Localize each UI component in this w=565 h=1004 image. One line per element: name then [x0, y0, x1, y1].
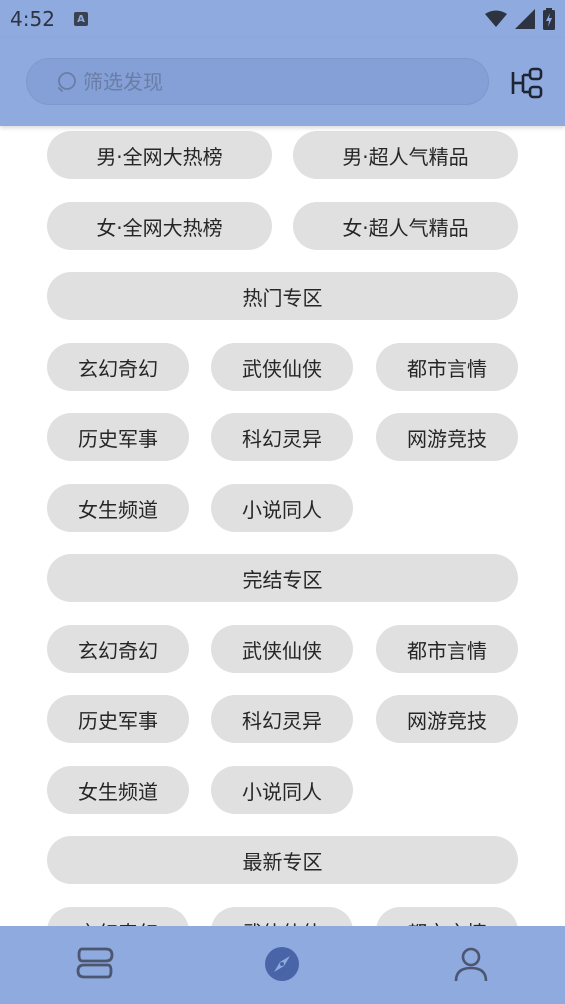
category-chip[interactable]: 女生频道: [47, 766, 189, 814]
category-chip[interactable]: 科幻灵异: [211, 695, 353, 743]
category-chip[interactable]: 历史军事: [47, 695, 189, 743]
category-chip[interactable]: 网游竞技: [376, 413, 518, 461]
wifi-icon: [485, 10, 507, 27]
signal-icon: [515, 9, 535, 29]
category-chip[interactable]: 武侠仙侠: [211, 625, 353, 673]
category-chip[interactable]: 武侠仙侠: [211, 343, 353, 391]
bottom-nav: [0, 926, 565, 1004]
notification-a-icon: A: [74, 12, 88, 26]
search-box[interactable]: [26, 58, 489, 105]
search-input[interactable]: [83, 59, 463, 104]
nav-profile[interactable]: [451, 944, 491, 984]
status-time: 4:52: [10, 7, 55, 31]
status-icons: [485, 8, 555, 30]
nav-explore[interactable]: [262, 944, 302, 984]
category-chip[interactable]: 女·全网大热榜: [47, 202, 272, 250]
explore-content[interactable]: 男·全网大热榜 男·超人气精品 女·全网大热榜 女·超人气精品 热门专区 玄幻奇幻 武侠仙侠…: [0, 126, 565, 926]
category-chip[interactable]: 小说同人: [211, 766, 353, 814]
category-chip[interactable]: 女生频道: [47, 484, 189, 532]
category-chip[interactable]: 历史军事: [47, 413, 189, 461]
toolbar: [0, 38, 565, 126]
battery-icon: [543, 8, 555, 30]
bookshelf-icon: [76, 947, 114, 979]
category-chip[interactable]: 女·超人气精品: [293, 202, 518, 250]
section-header[interactable]: 完结专区: [47, 554, 518, 602]
status-bar: 4:52 A: [0, 0, 565, 38]
category-chip[interactable]: 武侠仙侠: [211, 907, 353, 926]
section-header[interactable]: 热门专区: [47, 272, 518, 320]
nav-bookshelf[interactable]: [75, 944, 115, 984]
profile-icon: [454, 947, 488, 982]
category-chip[interactable]: 都市言情: [376, 625, 518, 673]
category-chip[interactable]: 网游竞技: [376, 695, 518, 743]
section-header[interactable]: 最新专区: [47, 836, 518, 884]
category-chip[interactable]: 男·超人气精品: [293, 131, 518, 179]
search-icon: [58, 72, 76, 92]
group-manage-icon[interactable]: [510, 66, 544, 100]
category-chip[interactable]: 科幻灵异: [211, 413, 353, 461]
category-chip[interactable]: 小说同人: [211, 484, 353, 532]
category-chip[interactable]: 玄幻奇幻: [47, 625, 189, 673]
category-chip[interactable]: 都市言情: [376, 343, 518, 391]
category-chip[interactable]: 男·全网大热榜: [47, 131, 272, 179]
category-chip[interactable]: 玄幻奇幻: [47, 907, 189, 926]
explore-icon: [265, 947, 299, 981]
category-chip[interactable]: 玄幻奇幻: [47, 343, 189, 391]
category-chip[interactable]: 都市言情: [376, 907, 518, 926]
